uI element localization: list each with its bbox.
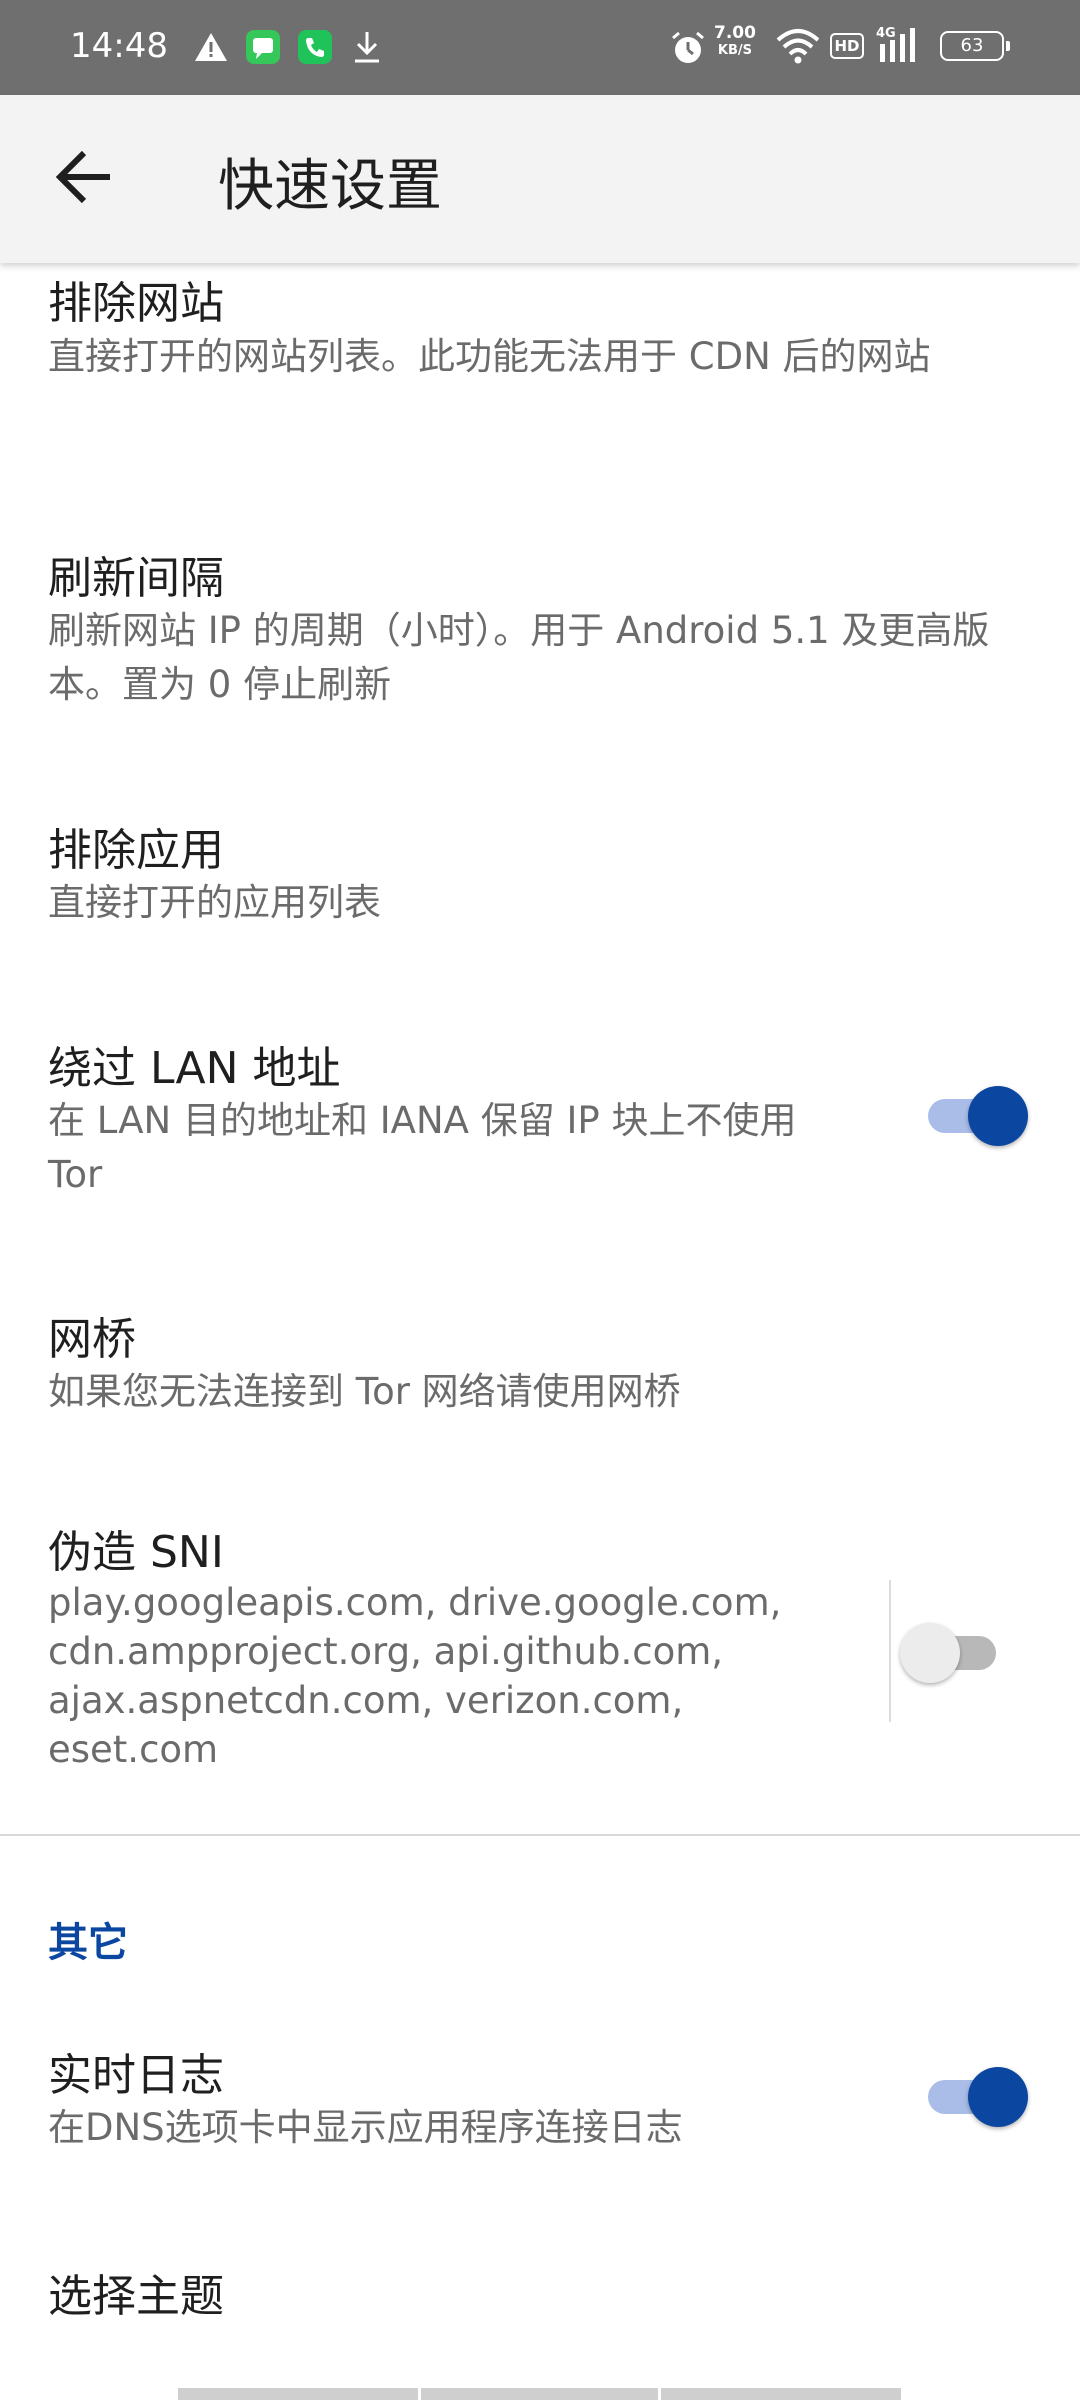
setting-bypass-lan[interactable]: 绕过 LAN 地址 在 LAN 目的地址和 IANA 保留 IP 块上不使用 T… [0,1020,1080,1220]
setting-exclude-sites[interactable]: 排除网站 直接打开的网站列表。此功能无法用于 CDN 后的网站 [0,263,1080,483]
setting-realtime-log[interactable]: 实时日志 在DNS选项卡中显示应用程序连接日志 [0,2025,1080,2185]
setting-refresh-interval[interactable]: 刷新间隔 刷新网站 IP 的周期（小时）。用于 Android 5.1 及更高版… [0,530,1080,750]
sni-domains-line: ajax.aspnetcdn.com, verizon.com, [48,1679,684,1722]
setting-title: 排除应用 [48,825,224,876]
setting-fake-sni[interactable]: 伪造 SNI play.googleapis.com, drive.google… [0,1510,1080,1810]
warning-icon [195,33,227,61]
setting-title: 网桥 [48,1314,136,1365]
phone-app-icon [298,30,332,64]
status-bar: 14:48 7.00 KB/S HD 4G 63 [0,0,1080,95]
network-speed-value: 7.00 [714,23,756,43]
setting-summary: 在DNS选项卡中显示应用程序连接日志 [48,2106,683,2149]
hd-icon: HD [830,33,864,59]
wifi-icon [776,29,820,64]
setting-summary: 直接打开的应用列表 [48,881,381,924]
setting-title: 排除网站 [48,278,224,329]
status-time: 14:48 [70,26,168,66]
sni-domains-line: cdn.ampproject.org, api.github.com, [48,1630,724,1673]
switch-thumb [968,2067,1028,2127]
fake-sni-switch[interactable] [900,1621,1000,1683]
signal-icon: 4G [876,26,922,66]
arrow-back-icon [55,150,110,204]
setting-summary: 刷新网站 IP 的周期（小时）。用于 Android 5.1 及更高版本。置为 … [48,609,990,706]
setting-summary: 在 LAN 目的地址和 IANA 保留 IP 块上不使用 Tor [48,1099,797,1196]
section-header-other: 其它 [48,1920,128,1966]
setting-choose-theme[interactable]: 选择主题 [0,2250,1080,2350]
setting-summary: 如果您无法连接到 Tor 网络请使用网桥 [48,1370,681,1413]
realtime-log-switch[interactable] [924,2065,1028,2127]
back-button[interactable] [42,133,130,221]
nav-handle-left[interactable] [178,2388,418,2400]
switch-thumb [900,1623,960,1683]
setting-summary: play.googleapis.com, drive.google.com, c… [48,1578,868,1774]
setting-exclude-apps[interactable]: 排除应用 直接打开的应用列表 [0,800,1080,950]
download-icon [355,32,379,63]
switch-thumb [968,1086,1028,1146]
hd-label: HD [834,37,860,55]
page-title: 快速设置 [218,154,442,219]
setting-title: 伪造 SNI [48,1527,224,1578]
setting-summary: 直接打开的网站列表。此功能无法用于 CDN 后的网站 [48,335,931,378]
sni-domains-line: eset.com [48,1728,219,1771]
nav-handle-center[interactable] [421,2388,658,2400]
setting-title: 刷新间隔 [48,553,224,604]
network-speed-unit: KB/S [717,43,753,58]
sni-domains-line: play.googleapis.com, drive.google.com, [48,1581,782,1624]
network-speed: 7.00 KB/S [714,24,756,60]
setting-title: 选择主题 [48,2271,224,2322]
battery-level: 63 [960,35,984,56]
nav-handle-right[interactable] [661,2388,901,2400]
network-type-label: 4G [876,26,896,41]
widget-divider [889,1580,891,1722]
setting-title: 实时日志 [48,2050,224,2101]
setting-bridges[interactable]: 网桥 如果您无法连接到 Tor 网络请使用网桥 [0,1295,1080,1445]
message-app-icon [246,30,280,64]
setting-title: 绕过 LAN 地址 [48,1043,341,1094]
battery-icon: 63 [940,31,1010,61]
alarm-icon [672,31,704,63]
app-bar: 快速设置 [0,95,1080,263]
section-divider [0,1834,1080,1836]
bypass-lan-switch[interactable] [924,1084,1028,1146]
